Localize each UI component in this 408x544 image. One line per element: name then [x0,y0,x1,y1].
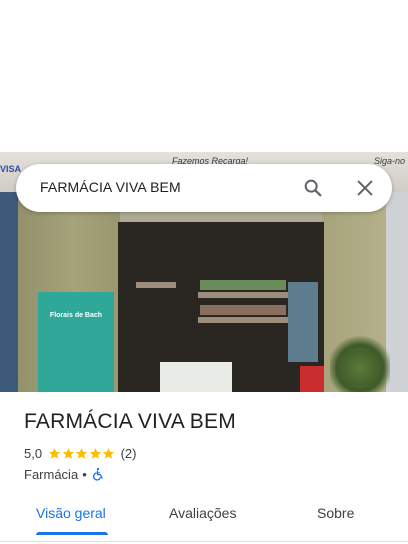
shelf-products [200,280,286,290]
star-icon [48,447,61,459]
star-icon [89,447,101,459]
wheelchair-icon [91,467,105,481]
shelf-products [200,305,286,315]
tabs-divider [0,541,408,542]
active-tab-indicator [36,532,108,535]
tab-bar: Visão geral Avaliações Sobre [0,494,408,538]
tab-reviews[interactable]: Avaliações [169,505,236,521]
pillar-left [0,192,18,392]
banner-text: Florais de Bach [49,312,103,319]
separator-dot: • [82,466,87,482]
search-icon[interactable] [302,177,324,199]
search-bar[interactable]: FARMÁCIA VIVA BEM [16,164,392,212]
top-blank-area [0,0,408,152]
star-icon [62,447,74,459]
shelf-products [288,282,318,362]
red-sign [300,366,324,392]
place-title: FARMÁCIA VIVA BEM [24,410,236,433]
tab-about[interactable]: Sobre [317,505,354,521]
star-rating [48,447,116,460]
banner [38,292,114,392]
place-category: Farmácia [24,466,79,482]
plant [330,332,390,392]
shelf [198,292,288,298]
star-icon [75,447,88,459]
awning-sign-text-right: Siga-no [374,156,406,166]
card-sticker: VISA [0,164,22,174]
search-query-text[interactable]: FARMÁCIA VIVA BEM [40,179,181,195]
rating-row[interactable]: 5,0 (2) [24,444,136,462]
shelf [198,317,288,323]
review-count: (2) [120,445,137,461]
rating-value: 5,0 [24,445,43,461]
shelf [136,282,176,288]
store-counter [160,362,232,392]
close-icon[interactable] [354,177,376,199]
category-row: Farmácia • [24,465,105,483]
star-icon [102,447,115,459]
tab-overview[interactable]: Visão geral [36,505,106,521]
